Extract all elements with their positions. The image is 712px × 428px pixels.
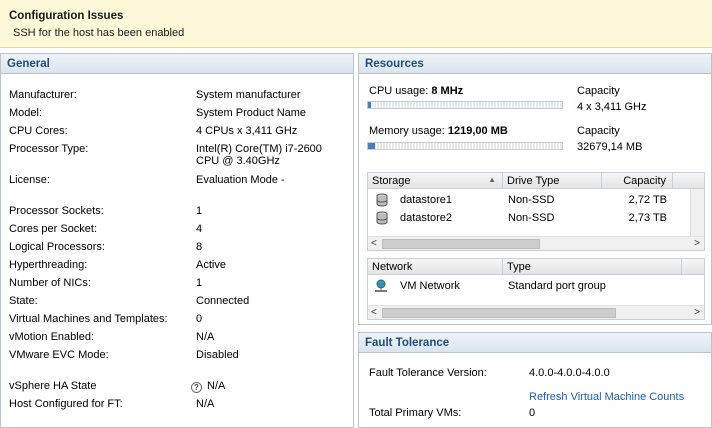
model-value: System Product Name	[196, 107, 307, 119]
network-table-header: Network Type	[368, 259, 704, 275]
number-of-nics-value: 1	[196, 277, 203, 289]
network-table: Network Type VM Network Standard port gr…	[367, 258, 705, 320]
drive-type-column-header[interactable]: Drive Type	[503, 173, 602, 189]
processor-type-value-line2: CPU @ 3.40GHz	[196, 155, 280, 167]
network-scroll-thumb[interactable]	[382, 308, 616, 318]
memory-usage-label: Memory usage:	[369, 125, 445, 137]
network-column-header[interactable]: Network	[368, 259, 503, 275]
manufacturer-value: System manufacturer	[196, 89, 301, 101]
network-horizontal-scrollbar[interactable]: < >	[368, 305, 704, 319]
configuration-issues-banner: Configuration Issues SSH for the host ha…	[0, 0, 712, 48]
hyperthreading-label: Hyperthreading:	[9, 259, 88, 271]
cpu-usage-value: 8 MHz	[431, 85, 464, 97]
storage-table-header: Storage ▲ Drive Type Capacity	[368, 173, 704, 189]
storage-row[interactable]: datastore2 Non-SSD 2,73 TB	[368, 209, 690, 227]
cores-per-socket-label: Cores per Socket:	[9, 223, 98, 235]
state-label: State:	[9, 295, 38, 307]
hyperthreading-value: Active	[196, 259, 226, 271]
cores-per-socket-value: 4	[196, 223, 203, 235]
total-primary-vms-value: 0	[529, 407, 536, 419]
vms-and-templates-value: 0	[196, 313, 203, 325]
ft-version-value: 4.0.0-4.0.0-4.0.0	[529, 367, 610, 379]
logical-processors-value: 8	[196, 241, 203, 253]
processor-type-value: Intel(R) Core(TM) i7-2600	[196, 143, 322, 155]
datastore-icon	[376, 193, 388, 207]
cpu-usage-readout: CPU usage: 8 MHz	[369, 85, 463, 97]
sort-ascending-icon: ▲	[488, 175, 496, 184]
storage-capacity: 2,73 TB	[628, 212, 667, 224]
network-icon	[375, 279, 387, 292]
cpu-capacity-label: Capacity	[577, 85, 620, 97]
scroll-left-icon[interactable]: <	[371, 237, 377, 250]
vsphere-ha-state-label: vSphere HA State	[9, 380, 97, 392]
state-value: Connected	[196, 295, 250, 307]
processor-sockets-value: 1	[196, 205, 203, 217]
storage-table: Storage ▲ Drive Type Capacity datastore1…	[367, 172, 705, 251]
cpu-cores-label: CPU Cores:	[9, 125, 68, 137]
datastore-icon	[376, 211, 388, 225]
cpu-capacity-value: 4 x 3,411 GHz	[577, 101, 647, 113]
host-ft-value: N/A	[196, 398, 215, 410]
storage-column-label: Storage	[372, 175, 411, 187]
configuration-issue-message: SSH for the host has been enabled	[13, 27, 185, 39]
refresh-vm-counts-link[interactable]: Refresh Virtual Machine Counts	[529, 391, 684, 403]
ft-version-label: Fault Tolerance Version:	[369, 367, 487, 379]
number-of-nics-label: Number of NICs:	[9, 277, 91, 289]
processor-type-label: Processor Type:	[9, 143, 89, 155]
vsphere-ha-state-value-group: ? N/A	[191, 380, 225, 393]
memory-usage-value: 1219,00 MB	[447, 125, 508, 137]
scroll-right-icon[interactable]: >	[694, 306, 700, 319]
vmotion-enabled-value: N/A	[196, 331, 215, 343]
general-panel: General Manufacturer: System manufacture…	[0, 53, 354, 428]
network-type: Standard port group	[508, 280, 606, 292]
evc-mode-value: Disabled	[196, 349, 239, 361]
storage-drive-type: Non-SSD	[508, 212, 555, 224]
storage-capacity: 2,72 TB	[628, 194, 667, 206]
logical-processors-label: Logical Processors:	[9, 241, 105, 253]
help-icon[interactable]: ?	[191, 382, 202, 393]
memory-usage-readout: Memory usage: 1219,00 MB	[369, 125, 508, 137]
vsphere-ha-state-value: N/A	[207, 380, 226, 392]
memory-capacity-value: 32679,14 MB	[577, 141, 643, 153]
storage-horizontal-scrollbar[interactable]: < >	[368, 236, 704, 250]
model-label: Model:	[9, 107, 43, 119]
fault-tolerance-panel-header: Fault Tolerance	[359, 333, 711, 353]
type-column-header[interactable]: Type	[503, 259, 682, 275]
storage-name: datastore1	[400, 194, 452, 206]
processor-sockets-label: Processor Sockets:	[9, 205, 104, 217]
general-panel-header: General	[1, 54, 353, 74]
evc-mode-label: VMware EVC Mode:	[9, 349, 109, 361]
manufacturer-label: Manufacturer:	[9, 89, 77, 101]
storage-drive-type: Non-SSD	[508, 194, 555, 206]
vmotion-enabled-label: vMotion Enabled:	[9, 331, 94, 343]
memory-capacity-label: Capacity	[577, 125, 620, 137]
memory-usage-meter-fill	[368, 143, 376, 149]
network-name: VM Network	[400, 280, 460, 292]
capacity-column-header[interactable]: Capacity	[602, 173, 673, 189]
storage-column-header[interactable]: Storage ▲	[368, 173, 503, 189]
license-value: Evaluation Mode -	[196, 174, 285, 186]
cpu-usage-meter	[367, 101, 563, 109]
host-ft-label: Host Configured for FT:	[9, 398, 123, 410]
scroll-left-icon[interactable]: <	[371, 306, 377, 319]
total-primary-vms-label: Total Primary VMs:	[369, 407, 462, 419]
fault-tolerance-panel: Fault Tolerance Fault Tolerance Version:…	[358, 332, 712, 428]
storage-vertical-scrollbar[interactable]	[690, 189, 704, 236]
resources-panel: Resources CPU usage: 8 MHz Capacity 4 x …	[358, 53, 712, 325]
cpu-usage-label: CPU usage:	[369, 85, 429, 97]
resources-panel-header: Resources	[359, 54, 711, 74]
storage-row[interactable]: datastore1 Non-SSD 2,72 TB	[368, 191, 690, 209]
memory-usage-meter	[367, 142, 563, 150]
configuration-issues-title: Configuration Issues	[9, 10, 124, 22]
cpu-cores-value: 4 CPUs x 3,411 GHz	[196, 125, 298, 137]
scroll-right-icon[interactable]: >	[694, 237, 700, 250]
vms-and-templates-label: Virtual Machines and Templates:	[9, 313, 168, 325]
storage-name: datastore2	[400, 212, 452, 224]
cpu-usage-meter-fill	[368, 102, 371, 108]
license-label: License:	[9, 174, 50, 186]
storage-scroll-thumb[interactable]	[382, 239, 540, 249]
network-row[interactable]: VM Network Standard port group	[368, 277, 704, 297]
